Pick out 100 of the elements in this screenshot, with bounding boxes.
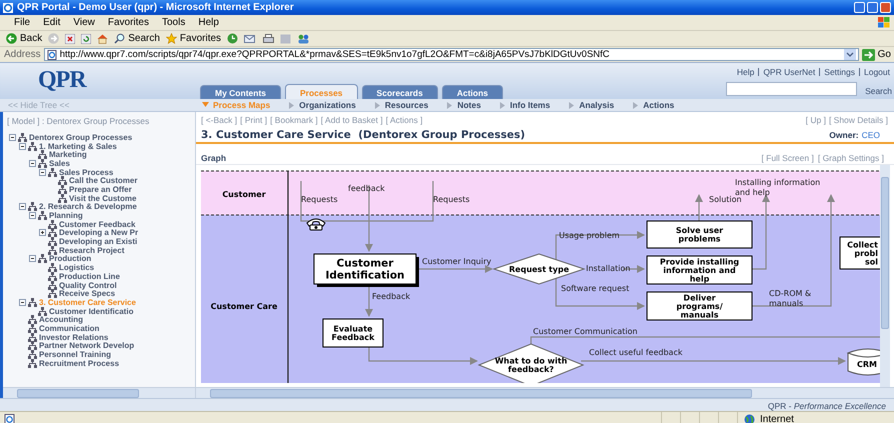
search-field[interactable] [726,82,858,96]
tree-item[interactable]: Developing a New Pr [59,228,138,238]
collapse-icon[interactable] [29,212,36,220]
minimize-button[interactable] [854,2,865,13]
org-chart-icon [28,350,37,360]
tree-item[interactable]: Developing an Existi [59,237,138,246]
zone-label: Internet [760,414,794,423]
header-link[interactable]: Settings [824,67,855,77]
subnav-item[interactable]: Actions [633,100,674,110]
owner-link[interactable]: CEO [862,130,880,140]
address-field[interactable]: http://www.qpr7.com/scripts/qpr74/qpr.exe?QPRPORTAL&*prmav&SES=tE9k5nv1o7gfL2O&FMT=c&i8jA65PVsJ7bKlDGtUv0SNfC [44,48,859,61]
process-step[interactable]: Solve user problems [646,220,752,248]
home-icon[interactable] [97,34,108,44]
tree-item[interactable]: Planning [49,211,83,220]
database-cylinder[interactable]: CRM [848,348,880,376]
menu-item[interactable]: Edit [43,17,60,28]
tree-item[interactable]: Production [49,254,92,264]
org-chart-icon [18,132,27,142]
collapse-icon[interactable] [39,168,46,176]
header-link[interactable]: Help [736,67,754,77]
expand-icon[interactable] [39,229,46,236]
subnav-item[interactable]: Notes [447,100,481,110]
menu-item[interactable]: Favorites [108,17,149,28]
tree-item[interactable]: Call the Customer [69,176,138,186]
tree-item[interactable]: Dentorex Group Processes [29,132,132,142]
process-step[interactable]: Evaluate Feedback [322,318,384,348]
tree-item[interactable]: Quality Control [59,280,117,290]
maximize-button[interactable] [867,2,878,13]
tree-item[interactable]: Customer Feedback [59,220,136,229]
collapse-icon[interactable] [19,203,26,210]
process-step[interactable]: Customer Identification [314,254,419,287]
people-icon[interactable] [297,34,310,44]
toolbar-button[interactable]: Search [114,33,160,44]
tree-item[interactable]: Sales Process [59,168,114,177]
close-button[interactable] [880,2,891,13]
org-chart-icon [58,176,67,186]
tree-item[interactable]: Prepare an Offer [69,184,132,194]
tree-item[interactable]: Investor Relations [39,332,108,342]
header-link[interactable]: QPR UserNet [763,67,816,77]
process-step[interactable]: Collect probl sol [840,236,880,270]
tree-item[interactable]: Personnel Training [39,350,112,360]
subnav-item[interactable]: Organizations [289,100,356,110]
flow-label: Requests [301,195,338,204]
collapse-icon[interactable] [29,255,36,262]
subnav-item[interactable]: Analysis [569,100,614,110]
process-step[interactable]: Provide installing information and help [646,256,752,284]
tree-item[interactable]: Production Line [59,272,120,281]
dropdown-icon[interactable] [844,49,856,60]
org-chart-icon [28,332,37,342]
tree-item[interactable]: 2. Research & Developme [39,202,137,212]
decision-diamond[interactable]: Request type [492,253,586,285]
tab[interactable]: My Contents [200,85,281,99]
menu-item[interactable]: File [14,17,30,28]
org-chart-icon [48,263,57,272]
refresh-icon[interactable] [81,34,92,44]
horizontal-scrollbar[interactable] [3,387,195,398]
org-chart-icon [48,280,57,290]
tree-item[interactable]: Marketing [49,150,87,160]
header-link[interactable]: Logout [864,67,890,77]
history-icon[interactable] [227,33,238,44]
collapse-icon[interactable] [19,298,26,306]
org-chart-icon [28,298,37,307]
stop-icon[interactable] [65,34,76,44]
go-button[interactable]: Go [862,48,891,60]
decision-diamond[interactable]: What to do with feedback? [478,343,584,383]
tree-item[interactable]: Communication [39,324,100,333]
tree-item[interactable]: Research Project [59,246,124,255]
tree-item[interactable]: Visit the Custome [69,194,136,203]
tree-item[interactable]: Customer Identificatio [49,306,134,316]
menu-item[interactable]: Tools [162,17,186,28]
tree-item[interactable]: 1. Marketing & Sales [39,142,117,151]
process-step[interactable]: Deliver programs/ manuals [646,292,752,320]
menu-item[interactable]: View [73,17,95,28]
tab[interactable]: Actions [442,85,504,99]
tree-item[interactable]: Receive Specs [59,289,116,298]
tree-item[interactable]: Logistics [59,263,94,272]
tree-item[interactable]: Sales [49,158,70,168]
tree-item[interactable]: Accounting [39,315,83,324]
tab[interactable]: Scorecards [362,85,438,99]
collapse-icon[interactable] [9,134,16,141]
org-chart-icon [58,194,67,203]
collapse-icon[interactable] [29,160,36,167]
horizontal-scrollbar[interactable] [196,387,894,398]
tree-item[interactable]: Recruitment Process [39,358,120,368]
vertical-scrollbar[interactable] [880,165,890,387]
owner-label: Owner: [829,130,859,140]
toolbar-button[interactable]: Back [6,33,42,44]
model-path: [ Model ] : Dentorex Group Processes [6,115,150,128]
printer-icon[interactable] [263,34,274,44]
collapse-icon[interactable] [19,142,26,150]
toolbar-button[interactable]: Favorites [166,33,222,44]
subnav-item[interactable]: Resources [374,100,428,110]
mail-icon[interactable] [244,34,258,44]
back-arrow-icon [6,33,17,44]
menu-item[interactable]: Help [198,17,219,28]
flow-label: Software request [561,284,630,293]
search-button[interactable]: Search [861,86,894,99]
caret-right-icon [500,102,506,108]
tree-item[interactable]: Partner Network Develop [39,341,134,350]
subnav-item[interactable]: Info Items [500,100,550,110]
